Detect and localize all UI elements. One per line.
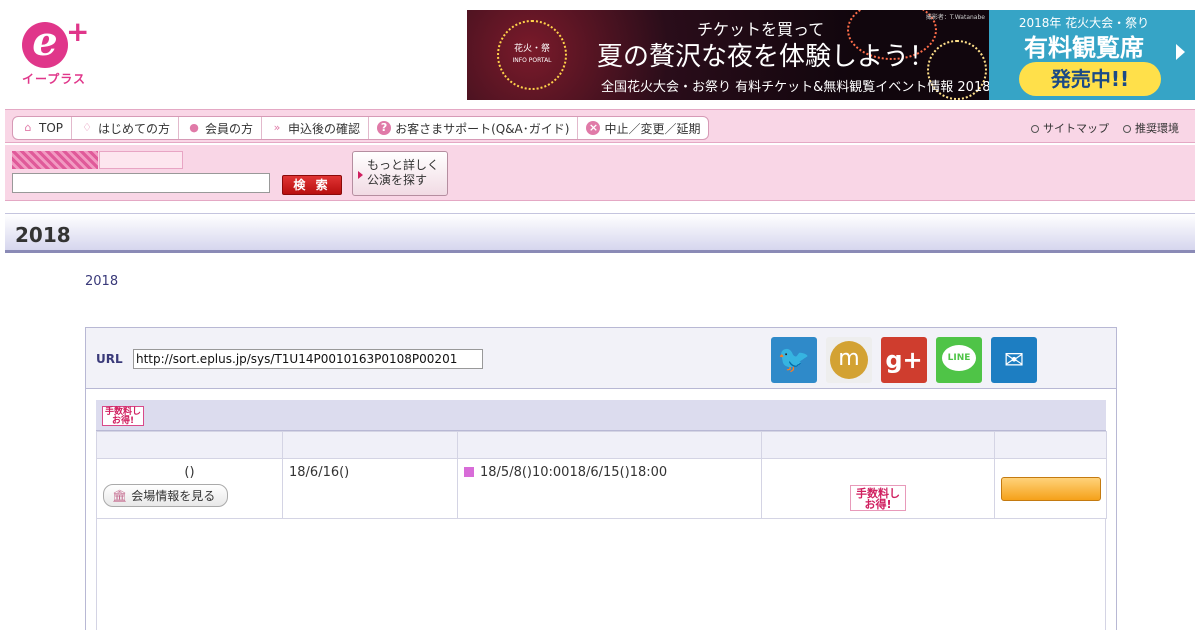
- table-header-cell: [282, 431, 458, 459]
- mixi-icon: m: [830, 341, 868, 379]
- search-tab-active[interactable]: [12, 151, 98, 169]
- venue-name: (): [184, 465, 195, 480]
- table-header-cell: [96, 431, 283, 459]
- date-cell: 18/6/16(): [282, 458, 458, 519]
- home-icon: ⌂: [24, 121, 32, 134]
- envelope-icon: ✉: [1003, 346, 1025, 374]
- ticket-table: () 🏛 会場情報を見る 18/6/16() 18/5/8()10:0018/6/…: [96, 431, 1107, 519]
- twitter-bird-icon: 🐦: [777, 345, 811, 375]
- page-title-bar: 2018: [5, 213, 1195, 253]
- nav-item-cancellation[interactable]: × 中止／変更／延期: [578, 117, 708, 139]
- venue-info-label: 会場情報を見る: [131, 489, 216, 503]
- ticket-section-header: 手数料しお得!: [96, 400, 1106, 431]
- festival-banner[interactable]: 花火・祭 INFO PORTAL 撮影者：T.Watanabe チケットを買って…: [467, 10, 1195, 100]
- help-icon: ?: [377, 121, 392, 135]
- nav-item-members[interactable]: ● 会員の方: [179, 117, 263, 139]
- sale-period-cell: 18/5/8()10:0018/6/15()18:00: [457, 458, 762, 519]
- search-button[interactable]: 検 索: [282, 175, 342, 195]
- table-header-cell: [761, 431, 995, 459]
- badge-cell: 手数料しお得!: [761, 458, 995, 519]
- nav-item-top[interactable]: ⌂ TOP: [13, 117, 73, 139]
- mail-share-button[interactable]: ✉: [991, 337, 1037, 383]
- nav-item-label: TOP: [39, 121, 64, 135]
- advanced-search-line2: 公演を探す: [367, 173, 428, 187]
- fee-savings-badge: 手数料しお得!: [102, 406, 144, 426]
- building-icon: 🏛: [112, 489, 128, 503]
- page-title: 2018: [15, 223, 71, 247]
- table-header-cell: [457, 431, 762, 459]
- global-nav: ⌂ TOP ♢ はじめての方 ● 会員の方 » 申込後の確認 ? お客さまサポー…: [5, 109, 1195, 143]
- banner-on-sale-badge: 発売中!!: [1019, 62, 1161, 96]
- table-empty-area: [96, 519, 1106, 630]
- nav-tabs: ⌂ TOP ♢ はじめての方 ● 会員の方 » 申込後の確認 ? お客さまサポー…: [12, 116, 710, 140]
- advanced-search-button[interactable]: もっと詳しく 公演を探す: [352, 151, 448, 196]
- table-row: () 🏛 会場情報を見る 18/6/16() 18/5/8()10:0018/6/…: [96, 458, 1107, 519]
- banner-promo-title: 有料観覧席: [1024, 34, 1144, 62]
- banner-festival-label: 花火・祭: [513, 44, 550, 54]
- search-tab-inactive[interactable]: [99, 151, 183, 169]
- nav-item-support[interactable]: ? お客さまサポート(Q&A･ガイド): [369, 117, 579, 139]
- environment-label: 推奨環境: [1135, 122, 1179, 135]
- sitemap-link[interactable]: サイトマップ: [1031, 120, 1109, 136]
- banner-seat-promo: 2018年 花火大会・祭り 有料観覧席 発売中!!: [989, 10, 1195, 100]
- double-arrow-icon: »: [273, 121, 281, 134]
- mixi-share-button[interactable]: m: [826, 337, 872, 383]
- advanced-search-line1: もっと詳しく: [367, 158, 440, 172]
- venue-cell: () 🏛 会場情報を見る: [96, 458, 283, 519]
- banner-headline-3: 全国花火大会・お祭り 有料チケット&無料観覧イベント情報 2018: [601, 80, 991, 95]
- page-subtitle: 2018: [85, 274, 119, 289]
- nav-item-label: お客さまサポート(Q&A･ガイド): [395, 121, 570, 136]
- line-icon: LINE: [942, 345, 976, 371]
- venue-info-button[interactable]: 🏛 会場情報を見る: [103, 484, 229, 507]
- banner-fireworks: 花火・祭 INFO PORTAL 撮影者：T.Watanabe チケットを買って…: [467, 10, 991, 100]
- banner-credit: 撮影者：T.Watanabe: [925, 14, 985, 21]
- banner-festival-sub: INFO PORTAL: [512, 57, 552, 64]
- fee-savings-badge: 手数料しお得!: [850, 485, 906, 511]
- googleplus-share-button[interactable]: g+: [881, 337, 927, 383]
- logo-plus-mark: +: [66, 15, 90, 48]
- share-url-row: URL http://sort.eplus.jp/sys/T1U14P00101…: [86, 328, 1116, 389]
- nav-item-beginners[interactable]: ♢ はじめての方: [72, 117, 180, 139]
- banner-festival-badge: 花火・祭 INFO PORTAL: [509, 44, 555, 66]
- cancel-icon: ×: [586, 121, 601, 135]
- nav-utility-links: サイトマップ 推奨環境: [1031, 120, 1179, 136]
- banner-headline-2: 夏の贅沢な夜を体験しよう！: [597, 42, 936, 72]
- googleplus-icon: g+: [885, 346, 923, 374]
- line-share-button[interactable]: LINE: [936, 337, 982, 383]
- person-icon: ●: [189, 121, 199, 134]
- twitter-share-button[interactable]: 🐦: [771, 337, 817, 383]
- environment-link[interactable]: 推奨環境: [1123, 120, 1179, 136]
- search-area: 検 索 もっと詳しく 公演を探す: [5, 145, 1195, 201]
- triangle-right-icon: [358, 171, 363, 179]
- performance-panel: URL http://sort.eplus.jp/sys/T1U14P00101…: [85, 327, 1117, 630]
- nav-item-label: はじめての方: [98, 121, 171, 136]
- table-header-cell: [994, 431, 1107, 459]
- logo-e-mark: e: [22, 22, 68, 68]
- table-header-row: [96, 431, 1107, 459]
- nav-item-check-order[interactable]: » 申込後の確認: [262, 117, 370, 139]
- sitemap-label: サイトマップ: [1043, 122, 1109, 135]
- eplus-logo[interactable]: e + イープラス: [18, 18, 98, 86]
- circle-arrow-icon: [1123, 125, 1131, 133]
- chevron-right-icon: [1176, 44, 1185, 60]
- beginner-leaf-icon: ♢: [82, 121, 92, 134]
- square-marker-icon: [464, 467, 474, 477]
- action-cell: [994, 458, 1107, 519]
- url-label: URL: [96, 352, 123, 366]
- logo-text: イープラス: [22, 72, 87, 86]
- nav-item-label: 申込後の確認: [288, 121, 361, 136]
- url-field[interactable]: http://sort.eplus.jp/sys/T1U14P0010163P0…: [133, 349, 483, 369]
- nav-item-label: 会員の方: [205, 121, 254, 136]
- apply-button[interactable]: [1001, 477, 1101, 501]
- search-input[interactable]: [12, 173, 270, 193]
- nav-item-label: 中止／変更／延期: [604, 121, 701, 136]
- sale-period-text: 18/5/8()10:0018/6/15()18:00: [480, 465, 668, 480]
- circle-arrow-icon: [1031, 125, 1039, 133]
